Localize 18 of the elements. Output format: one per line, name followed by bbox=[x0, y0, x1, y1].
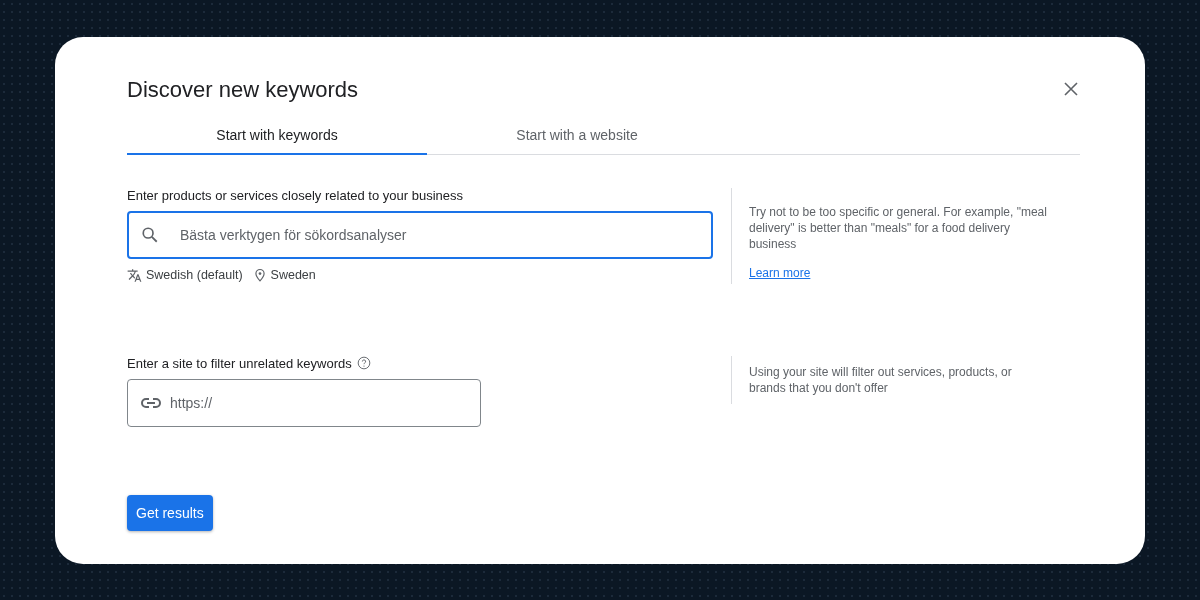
site-input-field[interactable]: https:// bbox=[127, 378, 481, 427]
keyword-input-field[interactable]: Bästa verktygen för sökordsanalyser bbox=[127, 210, 713, 259]
link-icon bbox=[141, 396, 161, 409]
help-icon[interactable] bbox=[356, 356, 371, 370]
dialog-title: Discover new keywords bbox=[127, 76, 359, 103]
location-pin-icon bbox=[252, 268, 267, 282]
get-results-button[interactable]: Get results bbox=[127, 494, 213, 531]
field-label: Enter a site to filter unrelated keywords bbox=[127, 355, 352, 371]
hint-text: Using your site will filter out services, products, or brands that you don't offer bbox=[749, 363, 1013, 396]
search-icon bbox=[141, 225, 159, 244]
location-label[interactable]: Sweden bbox=[270, 268, 316, 282]
tab[interactable]: Start with keywords bbox=[127, 116, 427, 155]
translate-icon bbox=[127, 267, 142, 283]
language-label[interactable]: Swedish (default) bbox=[146, 268, 243, 282]
tab[interactable]: Start with a website bbox=[427, 116, 727, 155]
hint-text: Try not to be too specific or general. For example, "meal delivery" is better than "meals" for a food delivery business bbox=[749, 203, 1048, 252]
field-label: Enter products or services closely related to your business bbox=[127, 187, 463, 203]
learn-more-link[interactable]: Learn more bbox=[749, 265, 811, 280]
